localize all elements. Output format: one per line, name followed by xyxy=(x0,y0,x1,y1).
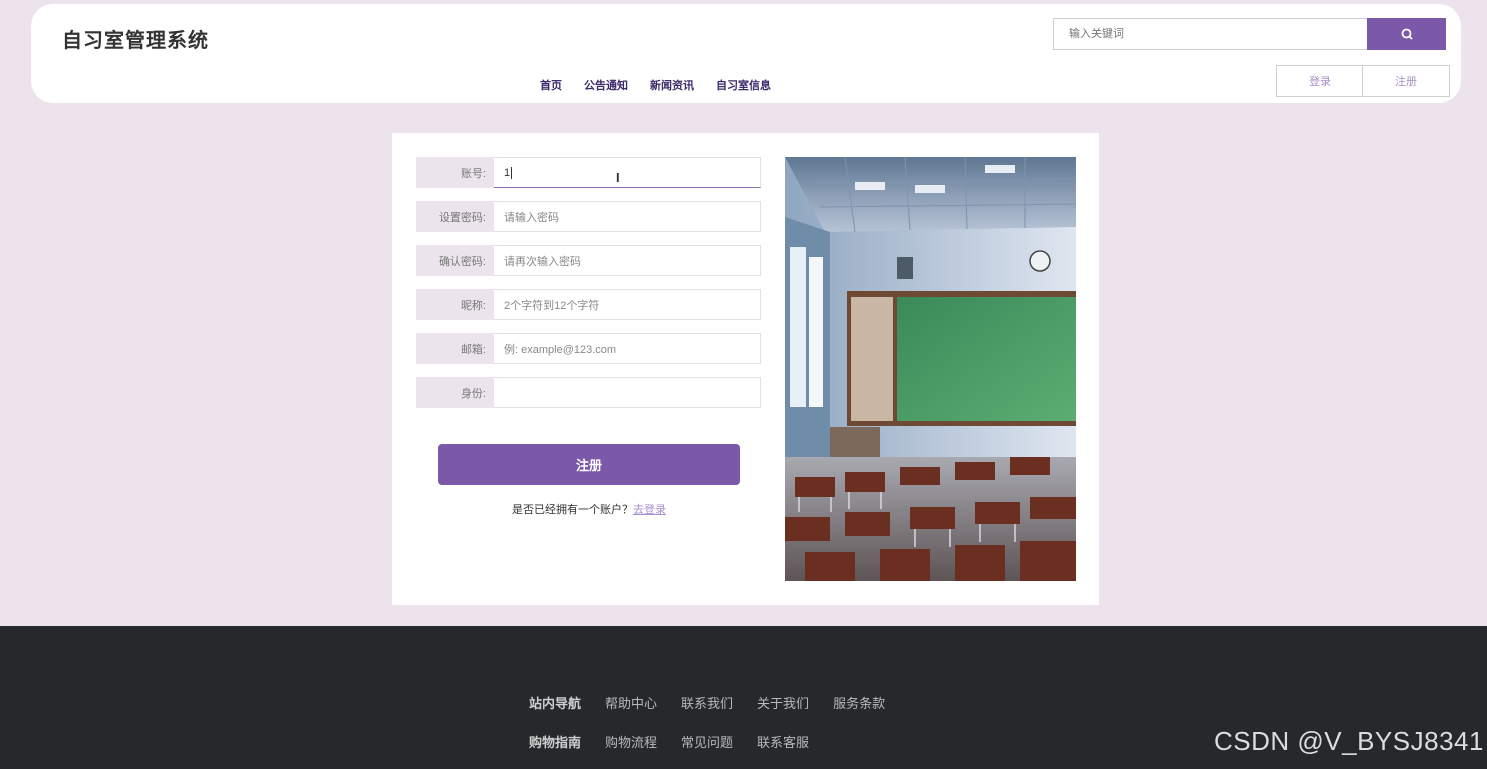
form-row-confirm-password: 确认密码: 请再次输入密码 xyxy=(416,245,761,276)
register-card: 账号: 1 I 设置密码: 请输入密码 确认密码: 请再次输入密码 昵称: 2个… xyxy=(392,133,1099,605)
footer-nav-heading: 站内导航 xyxy=(529,696,582,711)
main-nav: 首页 公告通知 新闻资讯 自习室信息 xyxy=(540,77,771,93)
register-button[interactable]: 注册 xyxy=(1362,65,1450,97)
footer-link-process[interactable]: 购物流程 xyxy=(605,732,657,751)
confirm-password-label: 确认密码: xyxy=(416,245,494,276)
nav-item-room-info[interactable]: 自习室信息 xyxy=(716,77,771,93)
nickname-input[interactable]: 2个字符到12个字符 xyxy=(494,289,761,320)
form-row-identity: 身份: xyxy=(416,377,761,408)
form-row-password: 设置密码: 请输入密码 xyxy=(416,201,761,232)
footer-guide-row: 购物指南 购物流程 常见问题 联系客服 xyxy=(529,732,809,751)
identity-select[interactable] xyxy=(494,377,761,408)
footer-nav-row: 站内导航 帮助中心 联系我们 关于我们 服务条款 xyxy=(529,693,885,712)
login-button[interactable]: 登录 xyxy=(1276,65,1364,97)
search-icon xyxy=(1401,28,1413,40)
text-caret xyxy=(511,166,513,179)
footer-link-about[interactable]: 关于我们 xyxy=(757,693,809,712)
form-row-account: 账号: 1 xyxy=(416,157,761,188)
nav-item-notice[interactable]: 公告通知 xyxy=(584,77,628,93)
account-input[interactable]: 1 xyxy=(494,157,761,188)
login-link[interactable]: 去登录 xyxy=(633,504,666,516)
email-label: 邮箱: xyxy=(416,333,494,364)
site-header: 自习室管理系统 首页 公告通知 新闻资讯 自习室信息 登录 注册 xyxy=(31,4,1461,103)
footer-link-help[interactable]: 帮助中心 xyxy=(605,693,657,712)
classroom-image xyxy=(785,157,1076,581)
password-label: 设置密码: xyxy=(416,201,494,232)
footer-link-contact[interactable]: 联系我们 xyxy=(681,693,733,712)
email-input[interactable]: 例: example@123.com xyxy=(494,333,761,364)
ibeam-cursor-icon: I xyxy=(616,170,620,185)
site-title: 自习室管理系统 xyxy=(62,30,209,52)
submit-register-button[interactable]: 注册 xyxy=(438,444,740,485)
login-hint: 是否已经拥有一个账户？去登录 xyxy=(392,501,786,517)
footer-guide-heading: 购物指南 xyxy=(529,735,582,750)
search-input[interactable] xyxy=(1053,18,1368,50)
password-input[interactable]: 请输入密码 xyxy=(494,201,761,232)
watermark: CSDN @V_BYSJ8341 xyxy=(1214,726,1484,756)
footer-link-faq[interactable]: 常见问题 xyxy=(681,732,733,751)
site-footer: 站内导航 帮助中心 联系我们 关于我们 服务条款 购物指南 购物流程 常见问题 … xyxy=(0,626,1487,769)
form-row-email: 邮箱: 例: example@123.com xyxy=(416,333,761,364)
footer-link-terms[interactable]: 服务条款 xyxy=(833,693,885,712)
account-label: 账号: xyxy=(416,157,494,188)
form-row-nickname: 昵称: 2个字符到12个字符 xyxy=(416,289,761,320)
nickname-label: 昵称: xyxy=(416,289,494,320)
footer-link-service[interactable]: 联系客服 xyxy=(757,732,809,751)
account-value: 1 xyxy=(504,166,511,179)
search-button[interactable] xyxy=(1367,18,1446,50)
identity-label: 身份: xyxy=(416,377,494,408)
login-hint-text: 是否已经拥有一个账户？ xyxy=(512,504,633,516)
nav-item-home[interactable]: 首页 xyxy=(540,77,562,93)
nav-item-news[interactable]: 新闻资讯 xyxy=(650,77,694,93)
confirm-password-input[interactable]: 请再次输入密码 xyxy=(494,245,761,276)
